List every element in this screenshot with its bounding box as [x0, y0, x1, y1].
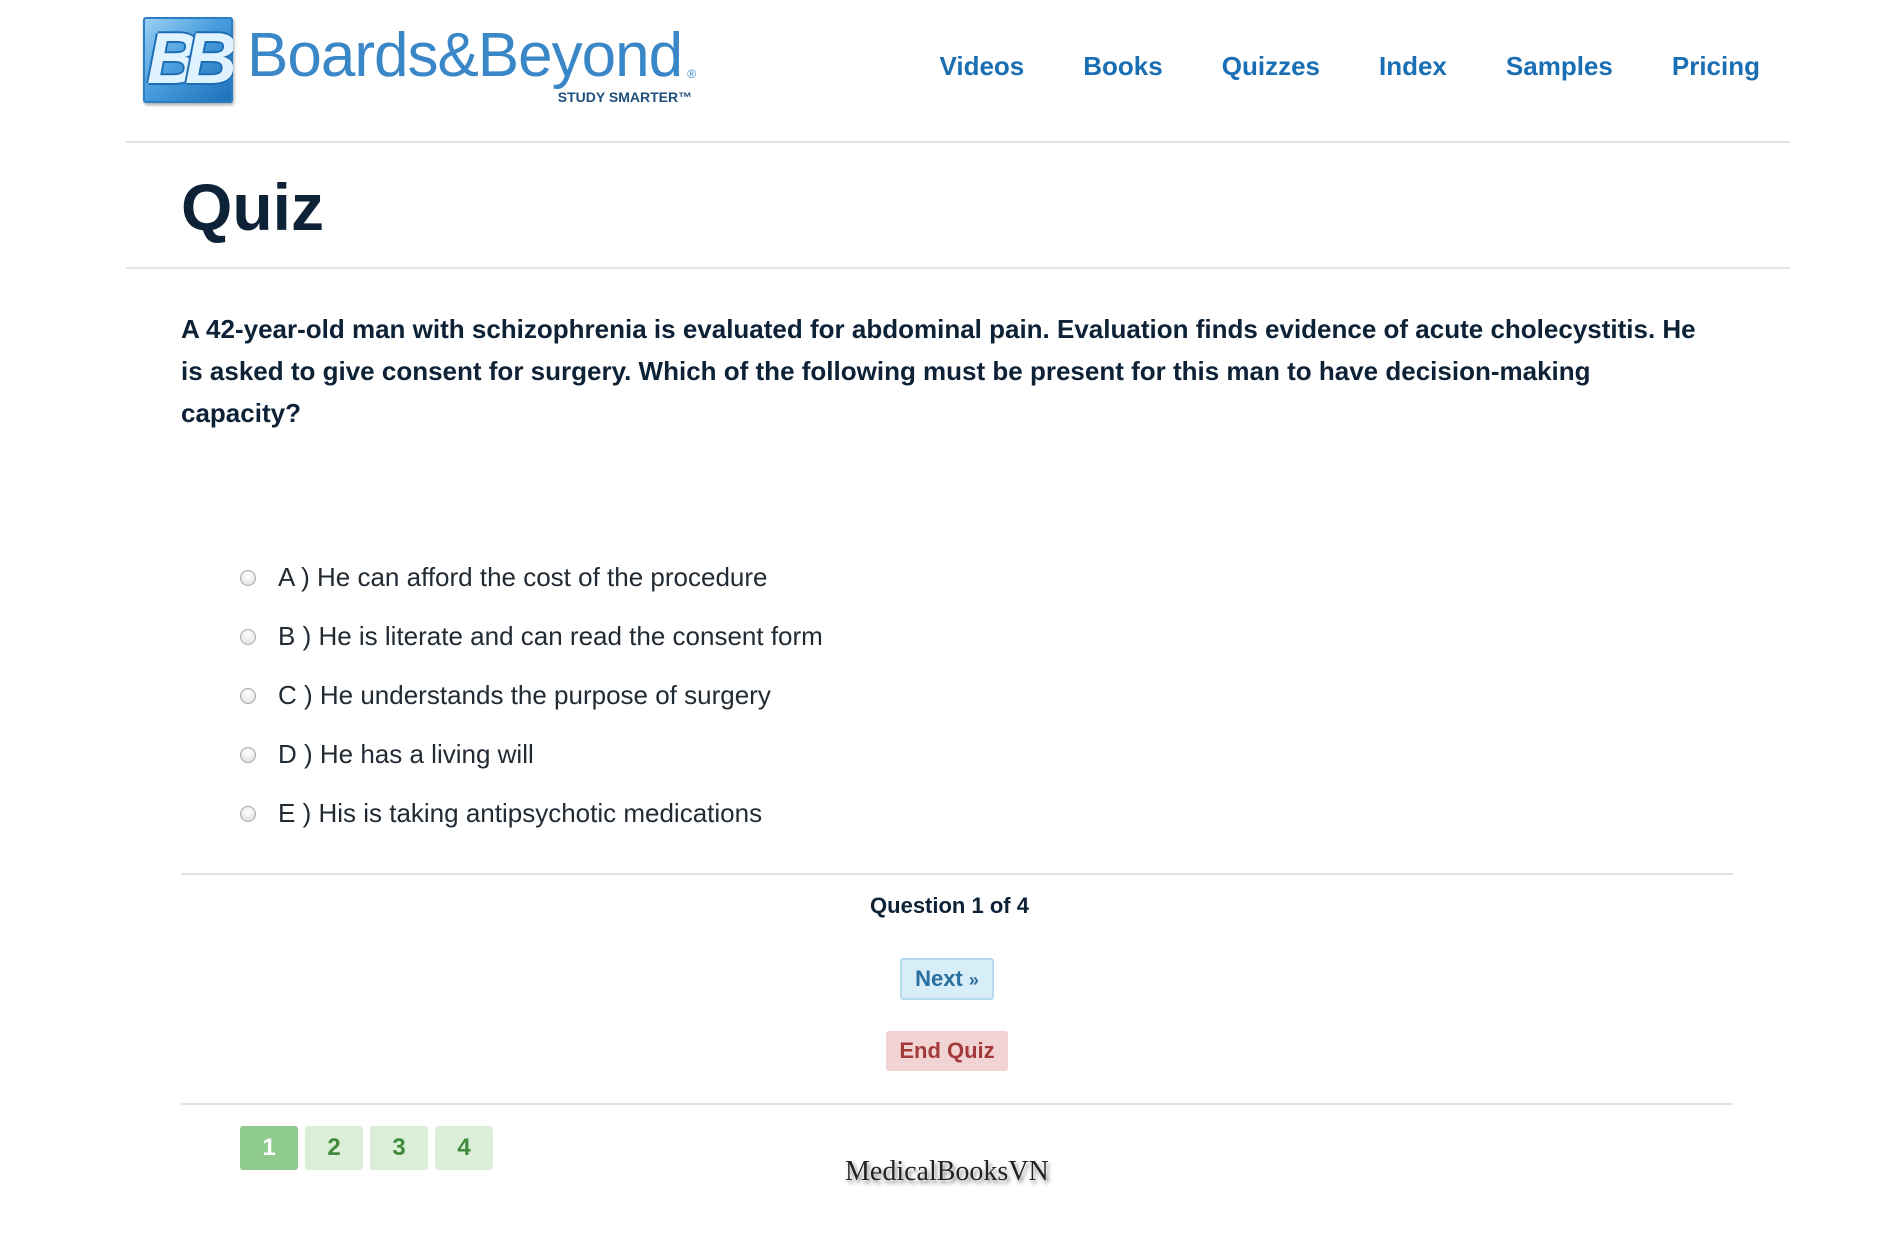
divider — [181, 873, 1733, 875]
site-header: BB Boards&Beyond ® STUDY SMARTER™ Videos… — [126, 0, 1790, 143]
watermark: MedicalBooksVN — [845, 1156, 1049, 1187]
next-button[interactable]: Next » — [900, 958, 994, 1000]
answer-option-label: D ) He has a living will — [278, 739, 534, 769]
end-quiz-button[interactable]: End Quiz — [886, 1031, 1008, 1071]
nav-link-quizzes[interactable]: Quizzes — [1222, 50, 1320, 82]
logo-tagline: STUDY SMARTER™ — [557, 89, 693, 105]
page-button-1[interactable]: 1 — [240, 1126, 298, 1170]
nav-link-pricing[interactable]: Pricing — [1672, 50, 1760, 82]
site-logo[interactable]: BB Boards&Beyond ® STUDY SMARTER™ — [143, 17, 696, 107]
radio-button[interactable] — [240, 687, 256, 704]
main-nav: Videos Books Quizzes Index Samples Prici… — [880, 50, 1760, 82]
nav-link-books[interactable]: Books — [1083, 50, 1162, 82]
answer-option-a[interactable]: A ) He can afford the cost of the proced… — [240, 548, 823, 607]
bb-logo-icon: BB — [143, 17, 233, 103]
question-counter: Question 1 of 4 — [870, 893, 1029, 918]
answer-option-c[interactable]: C ) He understands the purpose of surger… — [240, 666, 823, 725]
double-chevron-right-icon: » — [968, 970, 979, 990]
page-button-3[interactable]: 3 — [370, 1126, 428, 1170]
radio-button[interactable] — [240, 569, 256, 586]
answer-option-label: B ) He is literate and can read the cons… — [278, 621, 823, 651]
answer-option-d[interactable]: D ) He has a living will — [240, 725, 823, 784]
answer-option-e[interactable]: E ) His is taking antipsychotic medicati… — [240, 784, 823, 843]
answer-option-label: A ) He can afford the cost of the proced… — [278, 562, 768, 592]
nav-link-samples[interactable]: Samples — [1506, 50, 1613, 82]
nav-link-index[interactable]: Index — [1379, 50, 1447, 82]
next-button-label: Next — [915, 966, 963, 991]
logo-text: Boards&Beyond ® STUDY SMARTER™ — [247, 17, 696, 107]
title-bar: Quiz — [126, 143, 1790, 269]
answer-option-label: C ) He understands the purpose of surger… — [278, 680, 771, 710]
radio-button[interactable] — [240, 628, 256, 645]
page-title: Quiz — [181, 170, 324, 244]
logo-wordmark: Boards&Beyond — [247, 21, 683, 90]
question-pager: 1 2 3 4 — [240, 1126, 500, 1170]
radio-button[interactable] — [240, 746, 256, 763]
divider — [181, 1103, 1733, 1105]
answer-options: A ) He can afford the cost of the proced… — [240, 548, 823, 843]
question-text: A 42-year-old man with schizophrenia is … — [181, 314, 1696, 428]
page-button-2[interactable]: 2 — [305, 1126, 363, 1170]
page-button-4[interactable]: 4 — [435, 1126, 493, 1170]
radio-button[interactable] — [240, 805, 256, 822]
answer-option-label: E ) His is taking antipsychotic medicati… — [278, 798, 763, 828]
answer-option-b[interactable]: B ) He is literate and can read the cons… — [240, 607, 823, 666]
nav-link-videos[interactable]: Videos — [939, 50, 1024, 82]
logo-registered-mark: ® — [687, 67, 697, 81]
